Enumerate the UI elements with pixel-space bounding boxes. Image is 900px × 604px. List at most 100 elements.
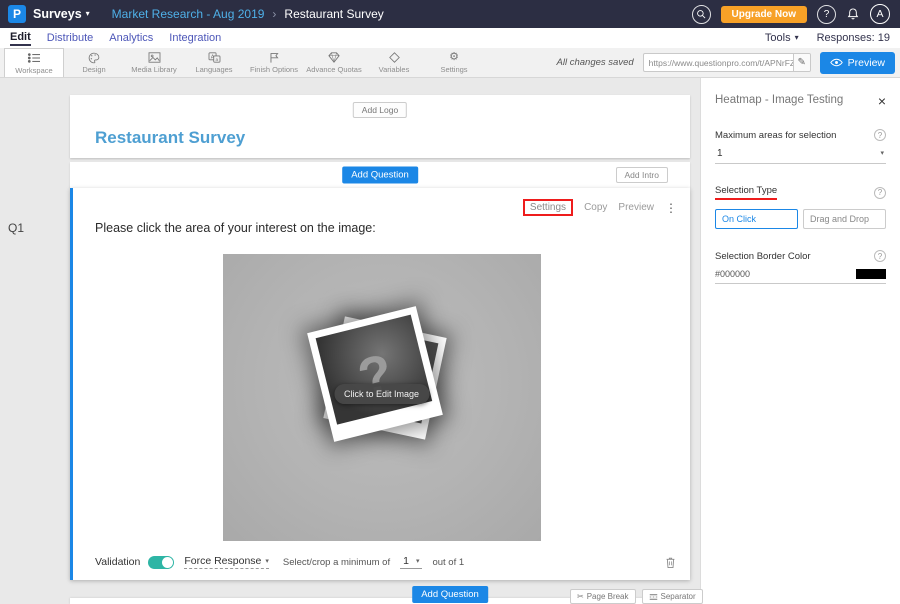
delete-question-button[interactable] <box>665 556 676 569</box>
more-menu-icon[interactable]: ⋮ <box>665 201 677 215</box>
page-break-button[interactable]: ✂ Page Break <box>570 589 636 604</box>
toolbar-right: All changes saved https://www.questionpr… <box>557 48 900 77</box>
border-color-value[interactable]: #000000 <box>715 269 750 279</box>
question-actions: Settings Copy Preview ⋮ <box>523 199 677 216</box>
svg-text:a: a <box>215 57 218 62</box>
nav-right: Tools ▾ Responses: 19 <box>765 32 890 44</box>
tab-distribute[interactable]: Distribute <box>47 31 93 45</box>
add-question-button-bottom[interactable]: Add Question <box>412 586 488 603</box>
max-areas-select[interactable]: 1 ▾ <box>715 141 886 164</box>
tab-analytics[interactable]: Analytics <box>109 31 153 45</box>
border-color-label: Selection Border Color <box>715 251 811 262</box>
survey-header-card: Add Logo Restaurant Survey <box>70 95 690 158</box>
topbar-actions: Upgrade Now ? A <box>692 4 890 24</box>
max-areas-label: Maximum areas for selection <box>715 130 836 141</box>
help-button[interactable]: ? <box>817 5 836 24</box>
notifications-button[interactable] <box>846 7 860 21</box>
selection-type-options: On Click Drag and Drop <box>715 209 886 229</box>
tab-integration[interactable]: Integration <box>169 31 221 45</box>
breadcrumb-parent[interactable]: Market Research - Aug 2019 <box>112 7 265 21</box>
upgrade-button[interactable]: Upgrade Now <box>721 6 807 23</box>
survey-url-value: https://www.questionpro.com/t/APNrFZ <box>644 58 793 68</box>
on-click-option[interactable]: On Click <box>715 209 798 229</box>
help-icon[interactable]: ? <box>874 129 886 141</box>
chevron-down-icon: ▾ <box>265 558 269 565</box>
toolbar-item-media-library[interactable]: Media Library <box>124 48 184 77</box>
surveys-menu-label: Surveys <box>33 7 82 21</box>
validation-toggle[interactable] <box>148 556 174 569</box>
diamond-icon <box>389 51 400 64</box>
color-swatch[interactable] <box>856 269 886 279</box>
add-question-button[interactable]: Add Question <box>342 167 418 184</box>
min-selection-value: 1 <box>403 555 409 567</box>
toolbar-item-label: Workspace <box>15 66 52 75</box>
surveys-menu[interactable]: Surveys ▾ <box>33 7 90 21</box>
chevron-down-icon: ▾ <box>795 34 799 42</box>
gem-icon <box>328 51 340 64</box>
responses-count[interactable]: Responses: 19 <box>817 32 890 44</box>
min-selection-select[interactable]: 1 ▾ <box>400 555 422 569</box>
force-response-dropdown[interactable]: Force Response ▾ <box>184 555 269 569</box>
trash-icon <box>665 556 676 569</box>
toolbar-item-finish-options[interactable]: Finish Options <box>244 48 304 77</box>
main-nav: Edit Distribute Analytics Integration To… <box>0 28 900 48</box>
preview-action[interactable]: Preview <box>618 202 654 213</box>
toolbar-item-advance-quotas[interactable]: Advance Quotas <box>304 48 364 77</box>
topbar: P Surveys ▾ Market Research - Aug 2019 ›… <box>0 0 900 28</box>
toolbar-item-languages[interactable]: Aa Languages <box>184 48 244 77</box>
drag-and-drop-option[interactable]: Drag and Drop <box>803 209 886 229</box>
image-icon <box>148 51 161 64</box>
click-to-edit-image-button[interactable]: Click to Edit Image <box>334 384 429 404</box>
page-break-label: Page Break <box>587 592 629 601</box>
selection-type-row: Selection Type ? <box>715 185 886 200</box>
toolbar-item-design[interactable]: Design <box>64 48 124 77</box>
question-settings-panel: Heatmap - Image Testing × Maximum areas … <box>700 78 900 604</box>
breadcrumb: Market Research - Aug 2019 › Restaurant … <box>112 7 384 21</box>
preview-button[interactable]: Preview <box>820 52 895 74</box>
help-icon: ? <box>824 9 830 20</box>
max-areas-row: Maximum areas for selection ? <box>715 129 886 141</box>
questionpro-app: P Surveys ▾ Market Research - Aug 2019 ›… <box>0 0 900 604</box>
translate-icon: Aa <box>208 51 221 64</box>
separator-icon <box>649 593 658 601</box>
breadcrumb-separator-icon: › <box>272 7 276 21</box>
flag-icon <box>269 51 280 64</box>
toolbar-item-settings[interactable]: ⚙ Settings <box>424 48 484 77</box>
add-intro-button[interactable]: Add Intro <box>616 167 669 183</box>
panel-header: Heatmap - Image Testing × <box>715 94 886 108</box>
copy-action[interactable]: Copy <box>584 202 607 213</box>
workspace-icon <box>27 52 41 65</box>
questionpro-logo[interactable]: P <box>8 5 26 23</box>
help-icon[interactable]: ? <box>874 250 886 262</box>
breadcrumb-current: Restaurant Survey <box>284 7 383 21</box>
toolbar-item-workspace[interactable]: Workspace <box>4 48 64 77</box>
heatmap-image-placeholder[interactable]: ? Click to Edit Image <box>223 254 541 541</box>
editor-toolbar: Workspace Design Media Library Aa Langua… <box>0 48 900 78</box>
edit-url-button[interactable]: ✎ <box>793 54 810 71</box>
chevron-down-icon: ▾ <box>880 150 884 157</box>
question-text[interactable]: Please click the area of your interest o… <box>95 221 376 235</box>
add-logo-button[interactable]: Add Logo <box>353 102 407 118</box>
help-icon[interactable]: ? <box>874 187 886 199</box>
tab-edit[interactable]: Edit <box>10 30 31 46</box>
toolbar-item-label: Media Library <box>131 65 176 74</box>
close-icon[interactable]: × <box>878 94 886 108</box>
search-button[interactable] <box>692 5 711 24</box>
toolbar-item-variables[interactable]: Variables <box>364 48 424 77</box>
survey-url-field[interactable]: https://www.questionpro.com/t/APNrFZ ✎ <box>643 53 811 72</box>
avatar-letter: A <box>876 8 883 20</box>
settings-action[interactable]: Settings <box>523 199 573 216</box>
bell-icon <box>846 7 860 21</box>
toolbar-item-label: Settings <box>440 65 467 74</box>
avatar[interactable]: A <box>870 4 890 24</box>
separator-button[interactable]: Separator <box>642 589 703 604</box>
toolbar-item-label: Languages <box>195 65 232 74</box>
gear-icon: ⚙ <box>449 51 459 64</box>
toolbar-item-label: Variables <box>379 65 410 74</box>
panel-title: Heatmap - Image Testing <box>715 94 843 106</box>
selection-type-label: Selection Type <box>715 185 777 200</box>
tools-menu[interactable]: Tools ▾ <box>765 32 799 44</box>
chevron-down-icon: ▾ <box>416 558 420 565</box>
eye-icon <box>830 58 843 67</box>
toolbar-item-label: Finish Options <box>250 65 298 74</box>
